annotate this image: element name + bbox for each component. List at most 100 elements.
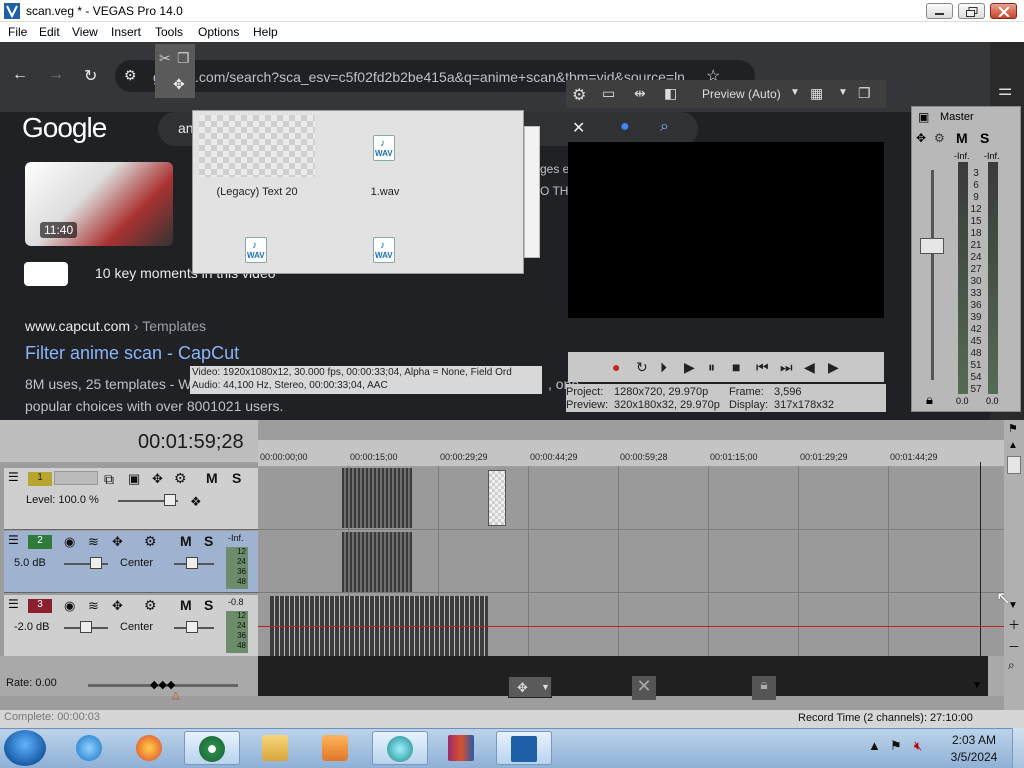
clock-time[interactable]: 2:03 AM [950,733,998,747]
action-center-flag-icon[interactable]: ⚑ [890,738,902,754]
master-solo-button[interactable]: S [980,130,989,146]
edit-tool-dropdown[interactable]: ✥ ▼ [508,676,552,698]
forward-icon[interactable]: → [48,66,64,84]
go-to-end-icon[interactable]: ⏭ [780,359,793,376]
volume-slider-knob[interactable] [80,621,92,633]
menu-insert[interactable]: Insert [111,25,141,39]
composite-parent-icon[interactable]: ❖ [190,494,202,510]
stop-icon[interactable]: ■ [732,359,740,375]
timeline-vertical-scrollbar[interactable]: ⚑ ▲ ▼ ＋ － ⌕ [1004,420,1024,710]
track-header-audio-3[interactable]: ☰ 3 ◉ ≋ ✥ ⚙ M S -2.0 dB Center -0.8 12 24… [4,595,258,657]
taskbar-winrar[interactable] [434,731,490,765]
wav-file-icon[interactable]: ♪ WAV [245,237,267,263]
show-desktop-button[interactable] [1012,728,1024,768]
track-menu-icon[interactable]: ☰ [8,470,19,484]
result-title-link[interactable]: Filter anime scan - CapCut [25,343,239,364]
copy-snapshot-icon[interactable]: ❐ [858,85,871,102]
menu-edit[interactable]: Edit [39,25,60,39]
wav-file-icon[interactable]: ♪ WAV [373,237,395,263]
pan-slider-knob[interactable] [186,621,198,633]
taskbar-vegas-pro[interactable] [496,731,552,765]
loop-playback-icon[interactable]: ↻ [636,359,648,376]
menu-file[interactable]: File [8,25,27,39]
go-to-start-icon[interactable]: ⏮ [756,359,769,376]
track-1-mute-button[interactable]: M [206,470,218,486]
master-mute-button[interactable]: M [956,130,968,146]
taskbar-browser-window[interactable] [372,731,428,765]
track-3-mute-button[interactable]: M [180,597,192,613]
track-menu-icon[interactable]: ☰ [8,597,19,611]
play-icon[interactable]: ▶ [684,359,695,376]
search-icon[interactable]: ⌕ [660,118,669,136]
taskbar-file-explorer[interactable] [248,731,304,765]
minimize-button[interactable] [926,3,953,19]
video-clip[interactable] [342,468,412,528]
menu-help[interactable]: Help [253,25,278,39]
invert-phase-icon[interactable]: ≋ [88,534,99,550]
invert-phase-icon[interactable]: ≋ [88,598,99,614]
track-name-field[interactable] [54,471,98,485]
cut-icon[interactable]: ✂ [159,50,171,67]
master-fx-icon[interactable]: ⚙ [934,131,945,145]
scroll-thumb[interactable] [1007,456,1021,474]
track-header-video-1[interactable]: ☰ 1 ⧉ ▣ ✥ ⚙ M S Level: 100.0 % ❖ [4,468,258,530]
chevron-down-icon[interactable]: ▼ [838,87,848,98]
track-fx-icon[interactable]: ⚙ [174,470,187,487]
move-handle-icon[interactable]: ✥ [173,76,185,93]
menu-options[interactable]: Options [198,25,239,39]
move-handle-icon[interactable]: ✥ [152,471,163,487]
voice-search-icon[interactable]: ● [620,118,630,136]
marker-flag-icon[interactable]: ⚑ [1008,422,1018,435]
external-monitor-icon[interactable]: ▭ [602,85,615,102]
menu-tools[interactable]: Tools [155,25,183,39]
delete-icon[interactable]: ✕ [632,676,656,700]
track-3-solo-button[interactable]: S [204,597,213,613]
start-button[interactable] [4,730,46,766]
previous-frame-icon[interactable]: ◀ [804,359,815,376]
arm-record-icon[interactable]: ◉ [64,598,75,614]
lock-icon[interactable]: 🔒︎ [752,676,776,700]
taskbar-firefox[interactable] [122,731,178,765]
volume-slider-knob[interactable] [90,557,102,569]
key-moments-chip[interactable] [24,262,68,286]
clear-search-icon[interactable]: ✕ [572,118,585,138]
compositing-mode-icon[interactable]: ⧉ [104,471,114,488]
split-screen-icon[interactable]: ⇹ [634,85,646,102]
level-slider-knob[interactable] [164,494,176,506]
lock-icon[interactable]: 🔒︎ [926,392,933,408]
track-1-solo-button[interactable]: S [232,470,241,486]
track-fx-icon[interactable]: ⚙ [144,533,157,550]
next-frame-icon[interactable]: ▶ [828,359,839,376]
legacy-text-thumbnail[interactable] [199,115,315,177]
time-ruler[interactable]: 00:00:00;00 00:00:15;00 00:00:29;29 00:0… [258,440,1004,466]
track-menu-icon[interactable]: ☰ [8,533,19,547]
move-handle-icon[interactable]: ✥ [112,534,123,550]
video-fx-icon[interactable]: ◧ [664,85,677,102]
scroll-down-arrow[interactable]: ▼ [972,680,982,691]
move-handle-icon[interactable]: ✥ [112,598,123,614]
track-fx-icon[interactable]: ⚙ [144,597,157,614]
copy-icon[interactable]: ❐ [177,50,190,67]
master-fader-knob[interactable] [920,238,944,254]
track-2-mute-button[interactable]: M [180,533,192,549]
move-handle-icon[interactable]: ✥ [916,131,926,145]
preview-properties-icon[interactable]: ⚙ [572,85,586,105]
track-2-solo-button[interactable]: S [204,533,213,549]
close-button[interactable] [990,3,1017,19]
taskbar-media-player[interactable] [308,731,364,765]
playhead-cursor[interactable] [980,462,981,656]
speaker-muted-icon[interactable]: 🔇︎ [914,738,922,754]
track-motion-icon[interactable]: ▣ [128,471,140,487]
show-hidden-icons-icon[interactable]: ▲ [868,738,881,753]
record-icon[interactable]: ● [612,359,620,375]
volume-envelope-line[interactable] [258,626,1004,627]
media-scrollbar[interactable] [524,126,540,258]
text-event-clip[interactable] [488,470,506,526]
clock-date[interactable]: 3/5/2024 [946,750,1002,764]
back-icon[interactable]: ← [12,66,28,84]
wav-file-icon[interactable]: ♪ WAV [373,135,395,161]
pause-icon[interactable]: ⏸ [708,359,715,376]
zoom-out-icon[interactable]: － [1008,638,1020,655]
mixer-icon[interactable]: ⚌ [998,80,1012,100]
preview-quality-dropdown[interactable]: Preview (Auto) [702,87,781,101]
